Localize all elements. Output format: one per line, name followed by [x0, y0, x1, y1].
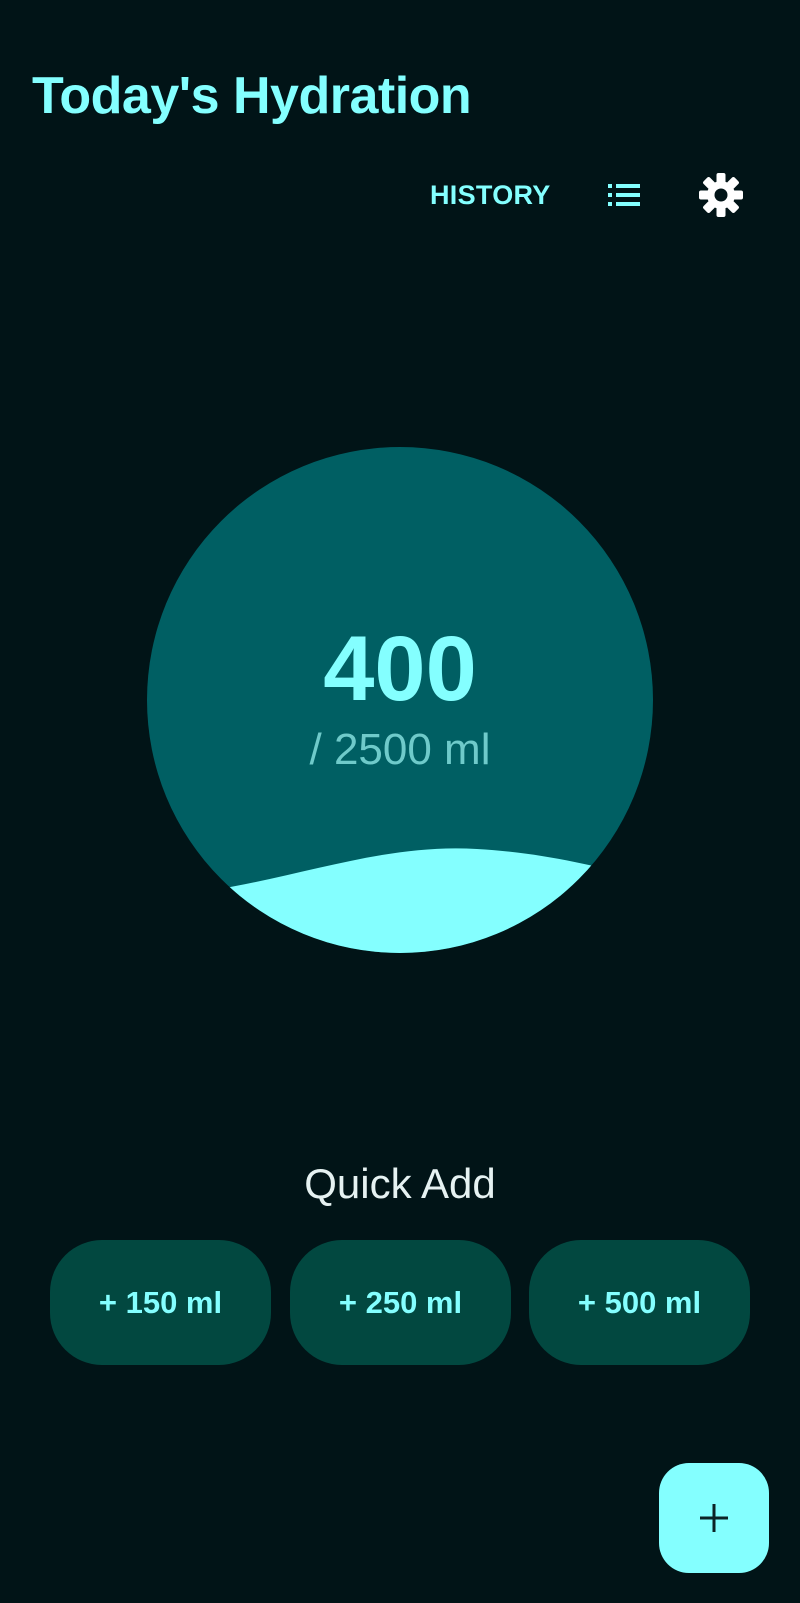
quick-add-500-button[interactable]: + 500 ml	[529, 1240, 750, 1365]
list-button[interactable]	[602, 173, 646, 217]
settings-button[interactable]	[697, 171, 745, 219]
quick-add-150-button[interactable]: + 150 ml	[50, 1240, 271, 1365]
list-icon	[608, 184, 640, 206]
quick-add-buttons: + 150 ml + 250 ml + 500 ml	[50, 1240, 750, 1365]
page-title: Today's Hydration	[32, 67, 472, 125]
daily-goal-text: / 2500 ml	[309, 725, 491, 774]
current-intake-value: 400	[323, 618, 477, 720]
top-app-bar-actions: HISTORY	[0, 165, 800, 225]
history-button[interactable]: HISTORY	[430, 173, 551, 217]
add-custom-amount-fab[interactable]	[659, 1463, 769, 1573]
plus-icon	[700, 1504, 728, 1532]
quick-add-title: Quick Add	[304, 1160, 496, 1207]
hydration-progress-circle: 400 / 2500 ml	[147, 447, 653, 953]
gear-icon	[699, 173, 743, 217]
quick-add-250-button[interactable]: + 250 ml	[290, 1240, 511, 1365]
